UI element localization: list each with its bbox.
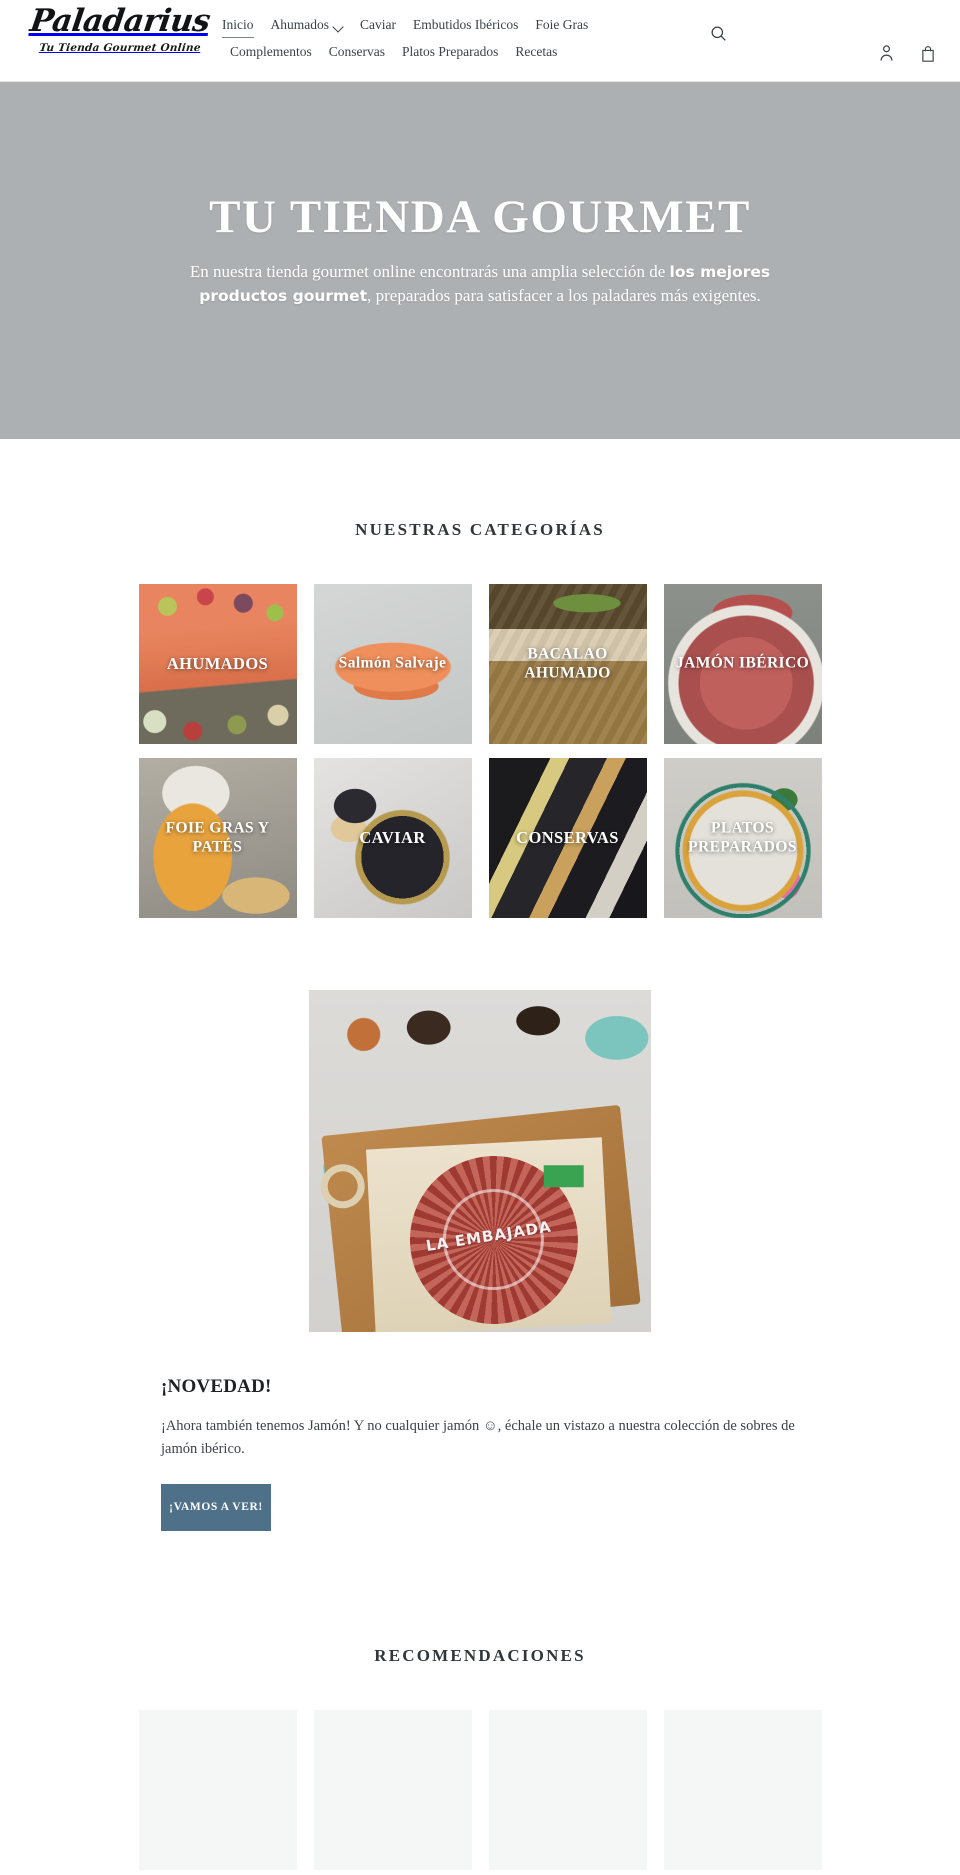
category-label: BACALAO AHUMADO	[524, 645, 611, 681]
category-card[interactable]: FOIE GRAS Y PATÉS	[138, 758, 297, 918]
recommendations-section: RECOMENDACIONES	[0, 1531, 960, 1870]
category-card[interactable]: PLATOS PREPARADOS	[663, 758, 822, 918]
category-card[interactable]: BACALAO AHUMADO	[488, 584, 647, 744]
board-rope-art	[318, 1162, 367, 1211]
feature-image: LA EMBAJADA	[309, 990, 651, 1332]
hero-subtitle: En nuestra tienda gourmet online encontr…	[180, 260, 780, 309]
category-label: PLATOS PREPARADOS	[688, 819, 797, 855]
product-card-placeholder[interactable]	[488, 1709, 647, 1870]
feature-cta-button[interactable]: ¡VAMOS A VER!	[161, 1483, 271, 1531]
nav-item-recetas[interactable]: Recetas	[515, 41, 557, 63]
feature-title: ¡NOVEDAD!	[161, 1376, 272, 1397]
shopping-bag-icon	[920, 44, 936, 63]
site-logo[interactable]: Paladarius Tu Tienda Gourmet Online	[25, 3, 215, 54]
category-card[interactable]: Salmón Salvaje	[313, 584, 472, 744]
category-label: CONSERVAS	[516, 828, 619, 848]
category-label: CAVIAR	[359, 828, 426, 848]
hero-banner: TU TIENDA GOURMET En nuestra tienda gour…	[0, 82, 960, 439]
product-card-placeholder[interactable]	[313, 1709, 472, 1870]
logo-wordmark: Paladarius	[27, 3, 213, 39]
nav-item-inicio[interactable]: Inicio	[222, 14, 254, 38]
category-card[interactable]: CONSERVAS	[488, 758, 647, 918]
cutting-board-art: LA EMBAJADA	[318, 1104, 641, 1332]
search-button[interactable]	[710, 22, 732, 44]
nav-item-caviar[interactable]: Caviar	[360, 14, 396, 36]
search-icon	[710, 25, 732, 42]
product-card-placeholder[interactable]	[138, 1709, 297, 1870]
header-actions	[876, 42, 938, 64]
nav-item-conservas[interactable]: Conservas	[329, 41, 385, 63]
logo-tagline: Tu Tienda Gourmet Online	[38, 42, 202, 54]
hero-subtitle-part1: En nuestra tienda gourmet online encontr…	[189, 261, 670, 281]
category-grid: AHUMADOS Salmón Salvaje BACALAO AHUMADO JAM…	[55, 540, 905, 918]
feature-section: LA EMBAJADA ¡NOVEDAD! ¡Ahora también ten…	[0, 918, 960, 1531]
nav-row-secondary: Complementos Conservas Platos Preparados Re…	[222, 41, 652, 63]
nav-item-foie-gras[interactable]: Foie Gras	[535, 14, 588, 36]
hero-title: TU TIENDA GOURMET	[209, 191, 751, 243]
hero-subtitle-part2: , preparados para satisfacer a los palad…	[367, 286, 761, 306]
nav-item-complementos[interactable]: Complementos	[230, 41, 312, 63]
category-card[interactable]: JAMÓN IBÉRICO	[663, 584, 822, 744]
account-person-icon	[879, 44, 894, 63]
main-navigation: Inicio Ahumados Caviar Embutidos Ibéricos Fo…	[222, 14, 652, 63]
categories-heading: NUESTRAS CATEGORÍAS	[355, 520, 605, 539]
category-card[interactable]: AHUMADOS	[138, 584, 297, 744]
nav-item-ahumados[interactable]: Ahumados	[271, 14, 344, 36]
nav-row-primary: Inicio Ahumados Caviar Embutidos Ibéricos Fo…	[222, 14, 652, 38]
chevron-down-icon[interactable]	[334, 22, 343, 31]
category-card[interactable]: CAVIAR	[313, 758, 472, 918]
category-label: Salmón Salvaje	[338, 654, 447, 672]
ham-package-art: LA EMBAJADA	[366, 1137, 612, 1332]
feature-description: ¡Ahora también tenemos Jamón! Y no cualq…	[161, 1418, 795, 1458]
site-header: Paladarius Tu Tienda Gourmet Online Inic…	[0, 0, 960, 82]
feature-text-block: ¡NOVEDAD! ¡Ahora también tenemos Jamón! …	[160, 1376, 800, 1531]
product-card-placeholder[interactable]	[663, 1709, 822, 1870]
nav-item-platos-preparados[interactable]: Platos Preparados	[402, 41, 498, 63]
cart-button[interactable]	[918, 42, 938, 64]
recommendations-heading: RECOMENDACIONES	[374, 1645, 586, 1665]
nav-link-label[interactable]: Ahumados	[271, 14, 330, 36]
categories-section: NUESTRAS CATEGORÍAS AHUMADOS Salmón Salva…	[0, 439, 960, 918]
recommendations-grid	[55, 1666, 905, 1870]
category-label: FOIE GRAS Y PATÉS	[165, 819, 270, 855]
account-button[interactable]	[876, 42, 896, 64]
nav-item-embutidos-ibéricos[interactable]: Embutidos Ibéricos	[413, 14, 518, 36]
green-sticker-art	[543, 1165, 584, 1188]
category-label: AHUMADOS	[166, 654, 269, 674]
category-label: JAMÓN IBÉRICO	[675, 654, 810, 672]
